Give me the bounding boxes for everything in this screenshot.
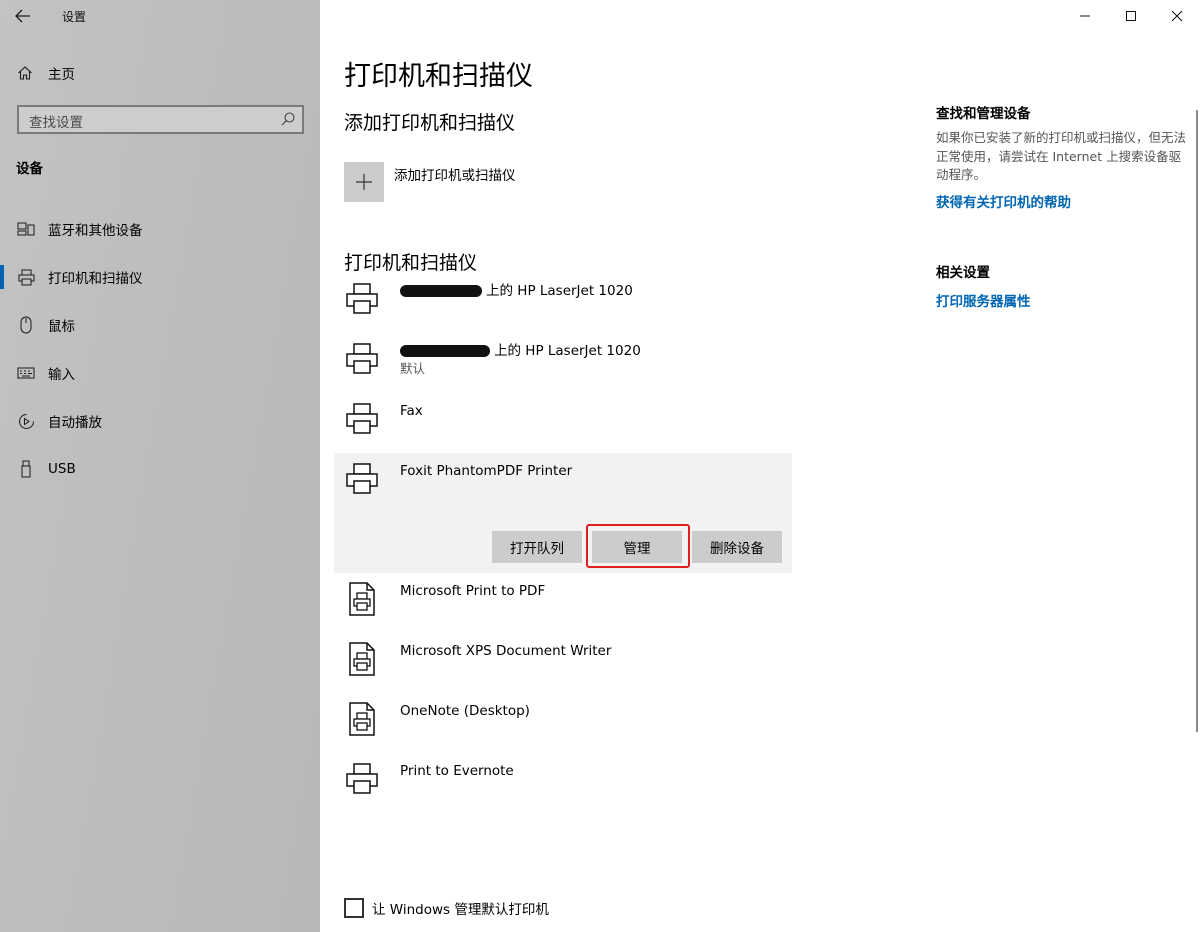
- open-queue-button[interactable]: 打开队列: [492, 531, 582, 563]
- list-section-title: 打印机和扫描仪: [344, 252, 478, 274]
- maximize-icon: [1126, 11, 1136, 21]
- mouse-icon: [17, 316, 35, 334]
- manage-default-printer-checkbox[interactable]: 让 Windows 管理默认打印机: [344, 898, 549, 918]
- checkbox-box[interactable]: [344, 898, 364, 918]
- document-printer-icon: [349, 702, 375, 736]
- printer-item[interactable]: 上的 HP LaserJet 1020: [334, 273, 792, 333]
- maximize-button[interactable]: [1108, 0, 1154, 32]
- printer-name: 上的 HP LaserJet 1020: [486, 283, 633, 299]
- back-button[interactable]: [10, 4, 36, 28]
- printer-icon: [17, 268, 35, 286]
- printer-help-link[interactable]: 获得有关打印机的帮助: [936, 191, 1186, 211]
- printer-item[interactable]: Print to Evernote: [334, 753, 792, 813]
- add-printer-label: 添加打印机或扫描仪: [394, 168, 516, 184]
- document-printer-icon: [349, 582, 375, 616]
- printer-name: Microsoft XPS Document Writer: [400, 643, 612, 659]
- settings-search-input[interactable]: 查找设置: [17, 105, 304, 134]
- sidebar-item-mouse[interactable]: 鼠标: [0, 301, 320, 349]
- redacted-name: [400, 285, 482, 297]
- minimize-button[interactable]: [1062, 0, 1108, 32]
- autoplay-icon: [17, 412, 35, 430]
- related-settings-title: 相关设置: [936, 264, 990, 281]
- search-placeholder: 查找设置: [29, 115, 83, 131]
- printer-icon: [346, 763, 378, 794]
- printer-item[interactable]: Microsoft Print to PDF: [334, 573, 792, 633]
- sidebar-item-label: 蓝牙和其他设备: [48, 223, 143, 239]
- printer-item[interactable]: Microsoft XPS Document Writer: [334, 633, 792, 693]
- close-icon: [1171, 10, 1183, 22]
- printer-item-expanded[interactable]: Foxit PhantomPDF Printer 打开队列 管理 删除设备: [334, 453, 792, 573]
- printer-icon: [346, 283, 378, 314]
- printer-name: Print to Evernote: [400, 763, 514, 779]
- add-tile: [344, 162, 384, 202]
- window-controls: [1062, 0, 1200, 32]
- printer-name: Foxit PhantomPDF Printer: [400, 463, 573, 479]
- printer-icon: [346, 463, 378, 494]
- keyboard-icon: [17, 364, 35, 382]
- document-printer-icon: [349, 642, 375, 676]
- printer-item[interactable]: Fax: [334, 393, 792, 453]
- printer-item[interactable]: 上的 HP LaserJet 1020 默认: [334, 333, 792, 393]
- add-section-title: 添加打印机和扫描仪: [344, 112, 516, 134]
- sidebar-item-label: 自动播放: [48, 415, 102, 431]
- plus-icon: [356, 174, 372, 190]
- printer-list: 上的 HP LaserJet 1020 上的 HP LaserJet 1020 …: [334, 273, 792, 813]
- remove-device-button[interactable]: 删除设备: [692, 531, 782, 563]
- manage-highlight-box: [586, 524, 690, 568]
- printer-name: 上的 HP LaserJet 1020: [494, 343, 641, 359]
- printer-item[interactable]: OneNote (Desktop): [334, 693, 792, 753]
- related-panel: 查找和管理设备 如果你已安装了新的打印机或扫描仪，但无法正常使用，请尝试在 In…: [936, 102, 1186, 310]
- sidebar-item-label: 打印机和扫描仪: [48, 271, 143, 287]
- find-manage-text: 如果你已安装了新的打印机或扫描仪，但无法正常使用，请尝试在 Internet 上…: [936, 130, 1187, 182]
- printer-name: OneNote (Desktop): [400, 703, 530, 719]
- sidebar-nav: 蓝牙和其他设备 打印机和扫描仪 鼠标 输入 自动播放 USB: [0, 205, 320, 493]
- sidebar: 设置 主页 查找设置 设备 蓝牙和其他设备 打印机和扫描仪 鼠标 输入 自动播放…: [0, 0, 320, 932]
- printer-name: Microsoft Print to PDF: [400, 583, 546, 599]
- sidebar-item-usb[interactable]: USB: [0, 445, 320, 493]
- printer-icon: [346, 343, 378, 374]
- title-bar: 设置: [0, 0, 320, 32]
- sidebar-item-autoplay[interactable]: 自动播放: [0, 397, 320, 445]
- app-title: 设置: [62, 10, 87, 24]
- sidebar-item-printers[interactable]: 打印机和扫描仪: [0, 253, 320, 301]
- checkbox-label: 让 Windows 管理默认打印机: [372, 902, 549, 918]
- content-pane: 打印机和扫描仪 添加打印机和扫描仪 添加打印机或扫描仪 打印机和扫描仪 上的 H…: [320, 0, 1200, 932]
- home-nav-item[interactable]: 主页: [16, 61, 75, 85]
- redacted-name: [400, 345, 490, 357]
- sidebar-item-input[interactable]: 输入: [0, 349, 320, 397]
- bluetooth-devices-icon: [17, 220, 35, 238]
- sidebar-item-label: USB: [48, 461, 76, 477]
- selection-indicator: [0, 265, 4, 289]
- printer-status: 默认: [400, 361, 426, 376]
- find-manage-title: 查找和管理设备: [936, 106, 1031, 122]
- sidebar-item-label: 输入: [48, 367, 75, 383]
- scrollbar[interactable]: [1196, 110, 1198, 732]
- usb-icon: [17, 460, 35, 478]
- printer-icon: [346, 403, 378, 434]
- print-server-properties-link[interactable]: 打印服务器属性: [936, 290, 1186, 310]
- section-title-devices: 设备: [16, 161, 43, 177]
- printer-name: Fax: [400, 403, 423, 419]
- sidebar-item-bluetooth[interactable]: 蓝牙和其他设备: [0, 205, 320, 253]
- back-arrow-icon: [15, 9, 30, 23]
- page-title: 打印机和扫描仪: [344, 61, 533, 92]
- minimize-icon: [1080, 15, 1090, 17]
- add-printer-button[interactable]: 添加打印机或扫描仪: [344, 162, 516, 202]
- home-label: 主页: [48, 67, 75, 83]
- close-button[interactable]: [1154, 0, 1200, 32]
- search-icon: [281, 112, 295, 126]
- sidebar-item-label: 鼠标: [48, 319, 75, 335]
- home-icon: [16, 64, 34, 82]
